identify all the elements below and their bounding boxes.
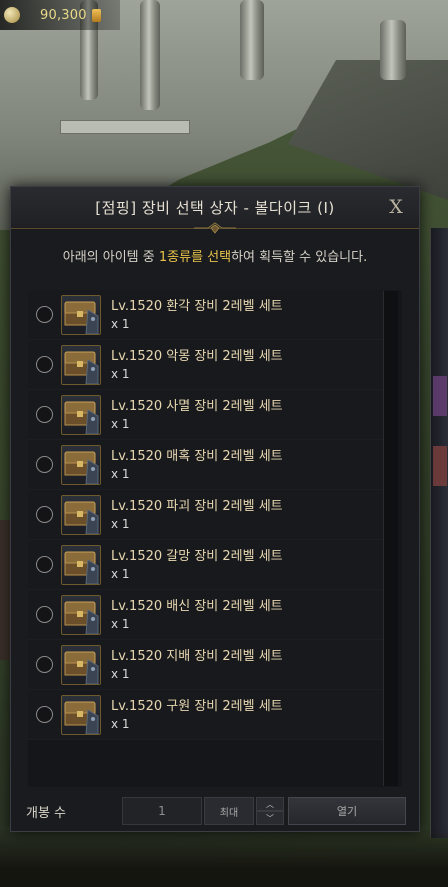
item-name: Lv.1520 구원 장비 2레벨 세트 (111, 698, 283, 714)
pheon-icon (4, 7, 20, 23)
list-item[interactable]: Lv.1520 구원 장비 2레벨 세트 x 1 (28, 690, 384, 740)
stone-pillar (380, 20, 406, 80)
gold-coin-icon (91, 8, 101, 22)
item-name: Lv.1520 파괴 장비 2레벨 세트 (111, 498, 283, 514)
radio-button[interactable] (36, 706, 53, 723)
max-button[interactable]: 최대 (204, 797, 254, 825)
list-item[interactable]: Lv.1520 배신 장비 2레벨 세트 x 1 (28, 590, 384, 640)
list-item[interactable]: Lv.1520 지배 장비 2레벨 세트 x 1 (28, 640, 384, 690)
description-text-end: 하여 획득할 수 있습니다. (231, 250, 368, 265)
list-item[interactable]: Lv.1520 파괴 장비 2레벨 세트 x 1 (28, 490, 384, 540)
item-text: Lv.1520 악몽 장비 2레벨 세트 x 1 (111, 348, 283, 382)
dialog-titlebar: [점핑] 장비 선택 상자 - 볼다이크 (I) X (11, 187, 419, 234)
item-name: Lv.1520 악몽 장비 2레벨 세트 (111, 348, 283, 364)
item-name: Lv.1520 사멸 장비 2레벨 세트 (111, 398, 283, 414)
side-panel-edge (430, 228, 448, 838)
title-ornament-icon (194, 222, 236, 234)
item-text: Lv.1520 파괴 장비 2레벨 세트 x 1 (111, 498, 283, 532)
item-name: Lv.1520 배신 장비 2레벨 세트 (111, 598, 283, 614)
item-name: Lv.1520 매혹 장비 2레벨 세트 (111, 448, 283, 464)
item-text: Lv.1520 환각 장비 2레벨 세트 x 1 (111, 298, 283, 332)
radio-button[interactable] (36, 656, 53, 673)
dialog-footer: 개봉 수 1 최대 ︿ ﹀ 열기 (11, 791, 421, 831)
radio-button[interactable] (36, 606, 53, 623)
list-item[interactable]: Lv.1520 갈망 장비 2레벨 세트 x 1 (28, 540, 384, 590)
currency-display: 90,300 (0, 0, 120, 30)
item-text: Lv.1520 사멸 장비 2레벨 세트 x 1 (111, 398, 283, 432)
description-highlight: 1종류를 선택 (158, 250, 232, 265)
radio-button[interactable] (36, 356, 53, 373)
equipment-chest-icon (61, 394, 101, 435)
radio-button[interactable] (36, 506, 53, 523)
item-quantity: x 1 (111, 616, 130, 631)
item-quantity: x 1 (111, 566, 130, 581)
chevron-up-icon[interactable]: ︿ (256, 797, 284, 811)
item-name: Lv.1520 지배 장비 2레벨 세트 (111, 648, 283, 664)
open-count-input[interactable]: 1 (122, 797, 202, 825)
stone-ledge (60, 120, 190, 134)
equipment-chest-icon (61, 594, 101, 635)
bottom-shadow (0, 827, 448, 887)
equipment-chest-icon (61, 544, 101, 585)
close-icon[interactable]: X (385, 196, 407, 218)
item-text: Lv.1520 배신 장비 2레벨 세트 x 1 (111, 598, 283, 632)
item-name: Lv.1520 갈망 장비 2레벨 세트 (111, 548, 283, 564)
open-count-label: 개봉 수 (26, 805, 67, 821)
radio-button[interactable] (36, 306, 53, 323)
item-quantity: x 1 (111, 466, 130, 481)
open-button[interactable]: 열기 (288, 797, 406, 825)
equipment-selection-dialog: [점핑] 장비 선택 상자 - 볼다이크 (I) X 아래의 아이템 중 1종류… (10, 186, 420, 832)
equipment-chest-icon (61, 694, 101, 735)
stone-pillar (140, 0, 160, 110)
item-list: Lv.1520 환각 장비 2레벨 세트 x 1 Lv.1520 악몽 장비 2레벨… (28, 290, 384, 740)
radio-button[interactable] (36, 456, 53, 473)
equipment-chest-icon (61, 294, 101, 335)
dialog-title: [점핑] 장비 선택 상자 - 볼다이크 (I) (95, 199, 335, 217)
description-text: 아래의 아이템 중 (62, 250, 159, 265)
radio-button[interactable] (36, 556, 53, 573)
item-text: Lv.1520 매혹 장비 2레벨 세트 x 1 (111, 448, 283, 482)
dialog-description: 아래의 아이템 중 1종류를 선택하여 획득할 수 있습니다. (11, 246, 419, 266)
equipment-chest-icon (61, 444, 101, 485)
radio-button[interactable] (36, 406, 53, 423)
chevron-down-icon[interactable]: ﹀ (256, 811, 284, 825)
item-quantity: x 1 (111, 416, 130, 431)
list-scrollbar[interactable] (383, 291, 398, 786)
item-text: Lv.1520 구원 장비 2레벨 세트 x 1 (111, 698, 283, 732)
quantity-stepper[interactable]: ︿ ﹀ (256, 797, 284, 825)
item-list-container: Lv.1520 환각 장비 2레벨 세트 x 1 Lv.1520 악몽 장비 2레벨… (28, 290, 402, 787)
equipment-chest-icon (61, 644, 101, 685)
item-quantity: x 1 (111, 666, 130, 681)
list-item[interactable]: Lv.1520 매혹 장비 2레벨 세트 x 1 (28, 440, 384, 490)
currency-amount: 90,300 (40, 7, 87, 23)
list-item[interactable]: Lv.1520 사멸 장비 2레벨 세트 x 1 (28, 390, 384, 440)
equipment-chest-icon (61, 344, 101, 385)
equipment-chest-icon (61, 494, 101, 535)
item-name: Lv.1520 환각 장비 2레벨 세트 (111, 298, 283, 314)
list-item[interactable]: Lv.1520 악몽 장비 2레벨 세트 x 1 (28, 340, 384, 390)
side-panel-slot (433, 446, 447, 486)
stone-pillar (240, 0, 264, 80)
item-quantity: x 1 (111, 516, 130, 531)
item-text: Lv.1520 지배 장비 2레벨 세트 x 1 (111, 648, 283, 682)
item-quantity: x 1 (111, 316, 130, 331)
item-quantity: x 1 (111, 366, 130, 381)
side-panel-slot (433, 376, 447, 416)
item-text: Lv.1520 갈망 장비 2레벨 세트 x 1 (111, 548, 283, 582)
list-item[interactable]: Lv.1520 환각 장비 2레벨 세트 x 1 (28, 290, 384, 340)
item-quantity: x 1 (111, 716, 130, 731)
